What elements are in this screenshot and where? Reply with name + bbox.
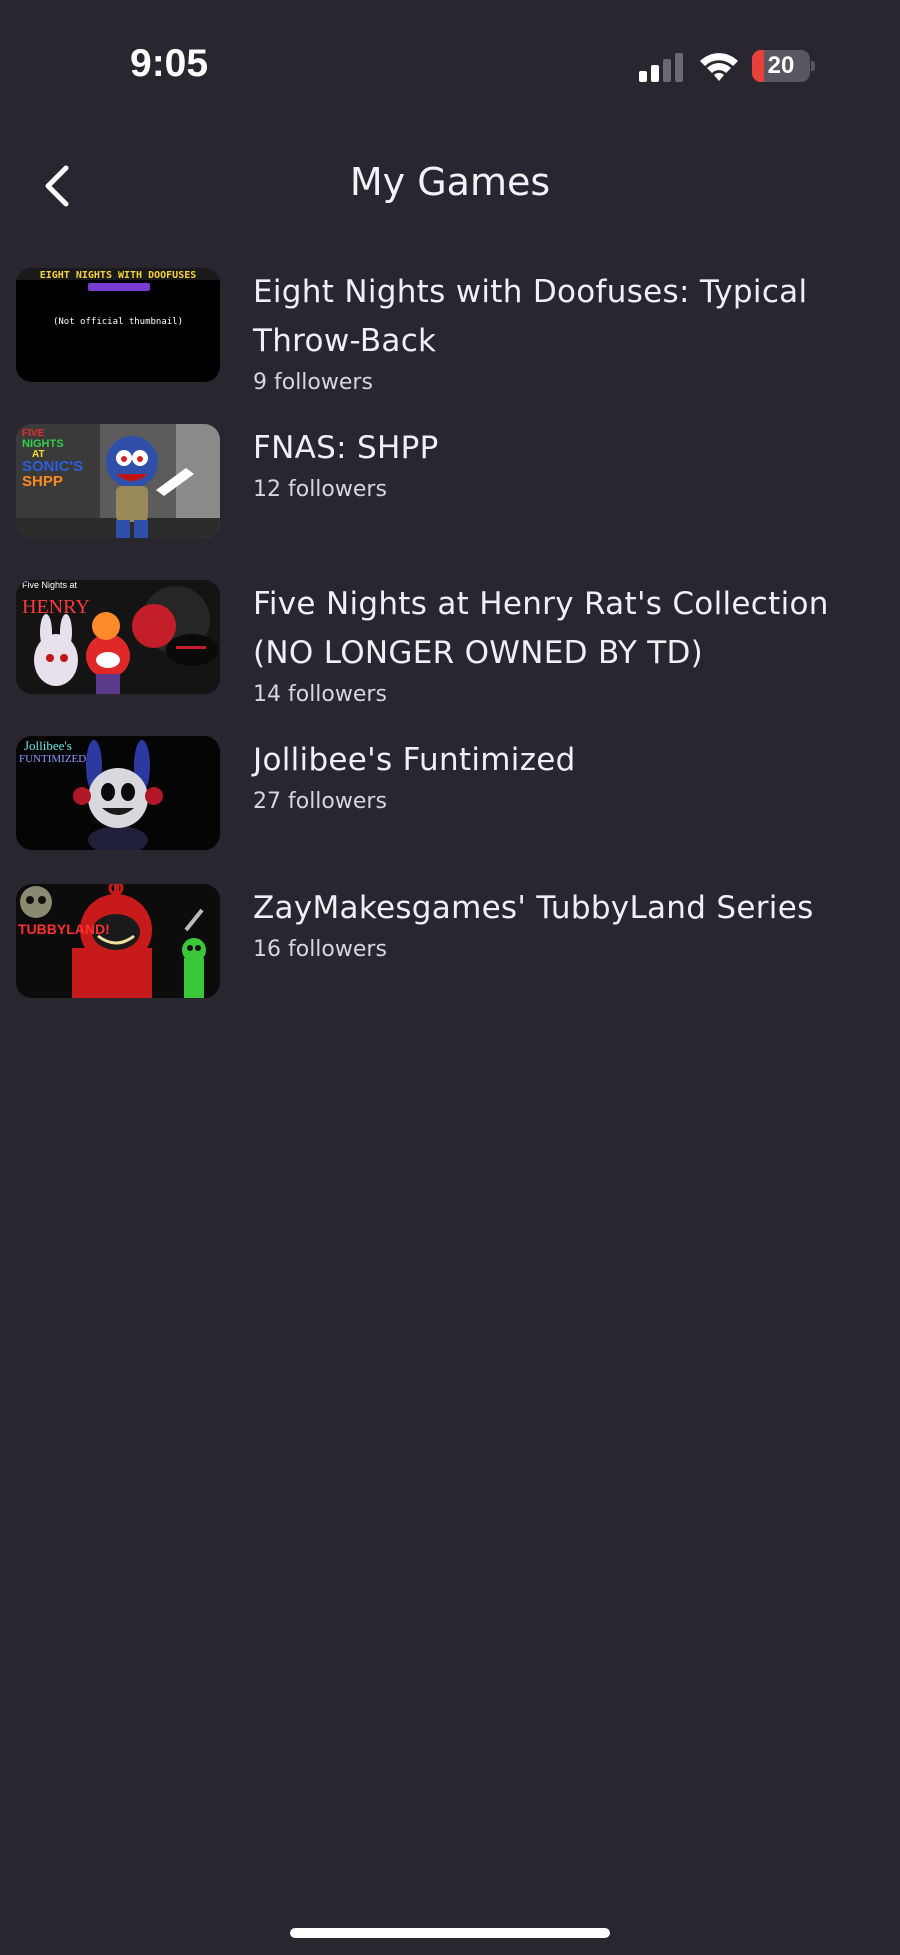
page-title: My Games xyxy=(349,160,551,204)
svg-text:Jollibee's: Jollibee's xyxy=(24,738,72,753)
game-title: FNAS: SHPP xyxy=(253,430,439,466)
game-thumbnail: EIGHT NIGHTS WITH DOOFUSES (Not official… xyxy=(16,268,220,382)
game-title: Jollibee's Funtimized xyxy=(253,742,576,778)
game-followers: 9 followers xyxy=(253,370,373,395)
svg-text:SHPP: SHPP xyxy=(22,473,63,490)
svg-text:Five Nights at: Five Nights at xyxy=(22,580,78,590)
game-followers: 16 followers xyxy=(253,937,387,962)
game-thumbnail: Five Nights at HENRY xyxy=(16,580,220,694)
svg-text:EIGHT NIGHTS WITH DOOFUSES: EIGHT NIGHTS WITH DOOFUSES xyxy=(40,270,197,281)
game-title: Five Nights at Henry Rat's Collection (N… xyxy=(253,586,829,671)
svg-text:(Not official thumbnail): (Not official thumbnail) xyxy=(53,317,183,327)
svg-text:FUNTIMIZED: FUNTIMIZED xyxy=(19,753,86,765)
status-time: 9:05 xyxy=(130,42,209,85)
game-title: ZayMakesgames' TubbyLand Series xyxy=(253,890,814,926)
game-followers: 12 followers xyxy=(253,477,387,502)
battery-level: 20 xyxy=(767,52,795,79)
svg-text:TUBBYLAND!: TUBBYLAND! xyxy=(18,921,110,937)
signal-icon xyxy=(639,53,683,82)
game-thumbnail: Jollibee's FUNTIMIZED xyxy=(16,736,220,850)
game-title: Eight Nights with Doofuses: Typical Thro… xyxy=(253,274,808,359)
status-bar: 9:05 20 xyxy=(0,0,900,130)
svg-text:HENRY: HENRY xyxy=(22,596,90,618)
game-followers: 27 followers xyxy=(253,789,387,814)
game-thumbnail: TUBBYLAND! xyxy=(16,884,220,998)
game-followers: 14 followers xyxy=(253,682,387,707)
game-thumbnail: FIVE NIGHTS AT SONIC'S SHPP xyxy=(16,424,220,538)
battery-icon: 20 xyxy=(752,50,815,82)
wifi-icon xyxy=(700,53,738,81)
home-indicator xyxy=(290,1928,610,1938)
